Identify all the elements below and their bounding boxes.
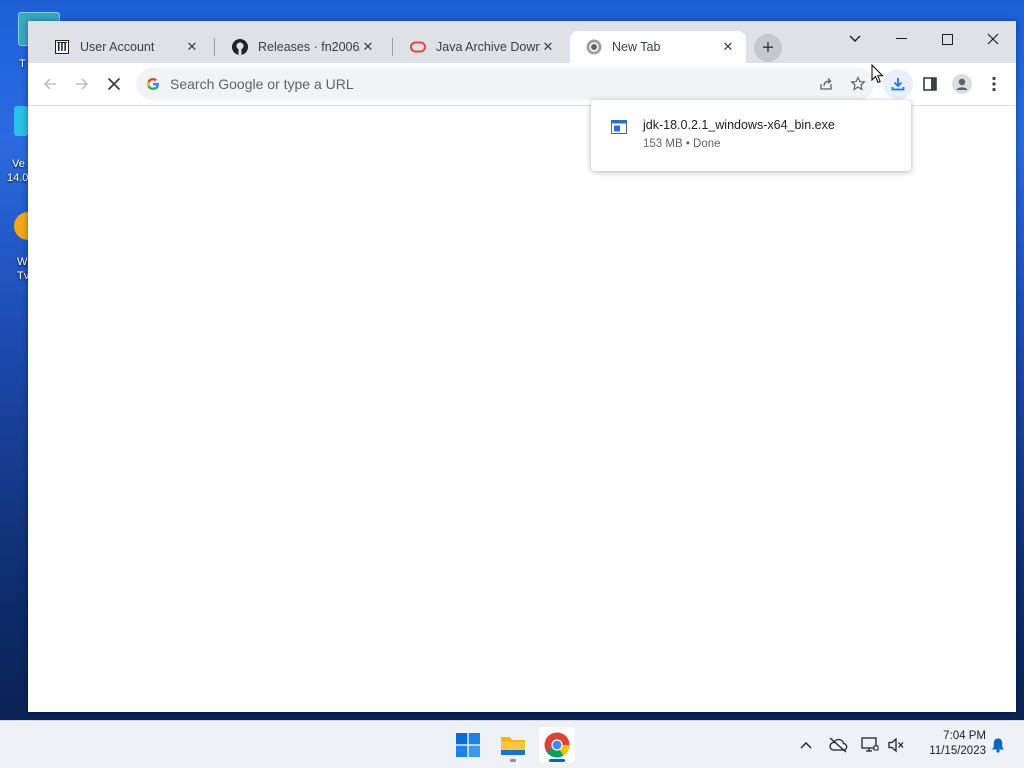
avatar-icon xyxy=(952,74,972,94)
tab-search-button[interactable] xyxy=(832,25,878,53)
bank-icon xyxy=(54,39,70,55)
tab-releases[interactable]: Releases · fn2006/Pol ✕ xyxy=(216,31,386,63)
share-icon xyxy=(820,78,832,90)
start-button[interactable] xyxy=(450,727,486,763)
clock-date: 11/15/2023 xyxy=(929,745,986,757)
tab-close-icon[interactable]: ✕ xyxy=(720,39,736,55)
taskbar: 7:04 PM 11/15/2023 xyxy=(0,720,1024,768)
tab-title: Java Archive Downlo xyxy=(436,40,540,54)
minimize-button[interactable] xyxy=(878,25,924,53)
show-hidden-icons-button[interactable] xyxy=(796,735,816,755)
installer-file-icon xyxy=(611,120,627,139)
tab-title: User Account xyxy=(80,40,155,54)
desktop-app-icon[interactable] xyxy=(14,106,28,136)
download-bubble: jdk-18.0.2.1_windows-x64_bin.exe 153 MB … xyxy=(591,100,911,171)
bookmark-button[interactable] xyxy=(844,70,872,98)
minimize-icon xyxy=(895,38,907,39)
oracle-icon xyxy=(410,39,426,55)
active-indicator xyxy=(549,759,565,762)
tab-close-icon[interactable]: ✕ xyxy=(184,39,200,55)
desktop-app-icon[interactable] xyxy=(14,212,28,240)
page-content xyxy=(28,106,1016,712)
arrow-left-icon xyxy=(43,78,56,90)
plus-icon: + xyxy=(762,36,774,59)
desktop-icon-label: W xyxy=(17,256,28,268)
star-icon xyxy=(850,76,866,91)
network-button[interactable] xyxy=(860,735,880,755)
network-icon xyxy=(861,737,879,752)
tab-user-account[interactable]: User Account ✕ xyxy=(38,31,210,63)
tab-java-archive[interactable]: Java Archive Downlo ✕ xyxy=(394,31,566,63)
mouse-cursor-icon xyxy=(871,63,885,89)
github-icon xyxy=(232,39,248,55)
clock-time: 7:04 PM xyxy=(943,730,986,742)
cloud-offline-icon xyxy=(829,737,848,753)
system-clock[interactable]: 7:04 PM 11/15/2023 xyxy=(912,729,986,759)
omnibox[interactable] xyxy=(136,68,874,100)
running-indicator xyxy=(510,759,516,762)
download-status: 153 MB • Done xyxy=(643,138,721,150)
tab-separator xyxy=(214,38,215,56)
bell-icon xyxy=(992,738,1004,753)
tab-separator xyxy=(392,38,393,56)
tab-close-icon[interactable]: ✕ xyxy=(540,39,556,55)
chevron-down-icon xyxy=(849,35,861,42)
maximize-button[interactable] xyxy=(924,25,970,53)
maximize-icon xyxy=(941,33,953,45)
onedrive-button[interactable] xyxy=(828,735,848,755)
download-filename[interactable]: jdk-18.0.2.1_windows-x64_bin.exe xyxy=(643,118,835,132)
taskbar-chrome[interactable] xyxy=(539,727,575,763)
desktop-icon-label: 14.0 xyxy=(7,172,29,184)
tab-title: New Tab xyxy=(612,40,661,54)
volume-muted-icon xyxy=(888,737,904,753)
omnibox-input[interactable] xyxy=(170,76,770,92)
tab-title: Releases · fn2006/Pol xyxy=(258,40,360,54)
chrome-icon xyxy=(586,39,602,55)
side-panel-icon xyxy=(923,77,937,91)
side-panel-button[interactable] xyxy=(915,69,945,99)
tab-close-icon[interactable]: ✕ xyxy=(360,39,376,55)
stop-loading-button[interactable] xyxy=(99,69,129,99)
google-g-icon xyxy=(147,78,159,90)
download-icon xyxy=(891,78,905,91)
profile-button[interactable] xyxy=(947,69,977,99)
notifications-button[interactable] xyxy=(988,735,1008,755)
taskbar-file-explorer[interactable] xyxy=(495,727,531,763)
volume-button[interactable] xyxy=(886,735,906,755)
tab-new-tab[interactable]: New Tab ✕ xyxy=(570,31,746,63)
desktop-icon-label: Ve xyxy=(12,158,25,170)
chevron-up-icon xyxy=(800,742,812,749)
desktop-icon-label: T xyxy=(19,58,26,70)
downloads-button[interactable] xyxy=(883,69,913,99)
tab-strip: User Account ✕ Releases · fn2006/Pol ✕ J… xyxy=(28,21,1016,63)
forward-button[interactable] xyxy=(67,69,97,99)
windows-logo-icon xyxy=(456,733,480,757)
file-explorer-icon xyxy=(501,737,525,755)
menu-button[interactable] xyxy=(979,69,1009,99)
kebab-menu-icon xyxy=(992,76,996,92)
arrow-right-icon xyxy=(76,78,89,90)
close-window-button[interactable] xyxy=(970,25,1016,53)
close-icon xyxy=(107,77,121,91)
chrome-icon xyxy=(544,732,570,758)
back-button[interactable] xyxy=(35,69,65,99)
new-tab-button[interactable]: + xyxy=(754,34,782,62)
share-button[interactable] xyxy=(812,70,840,98)
close-icon xyxy=(987,33,999,45)
